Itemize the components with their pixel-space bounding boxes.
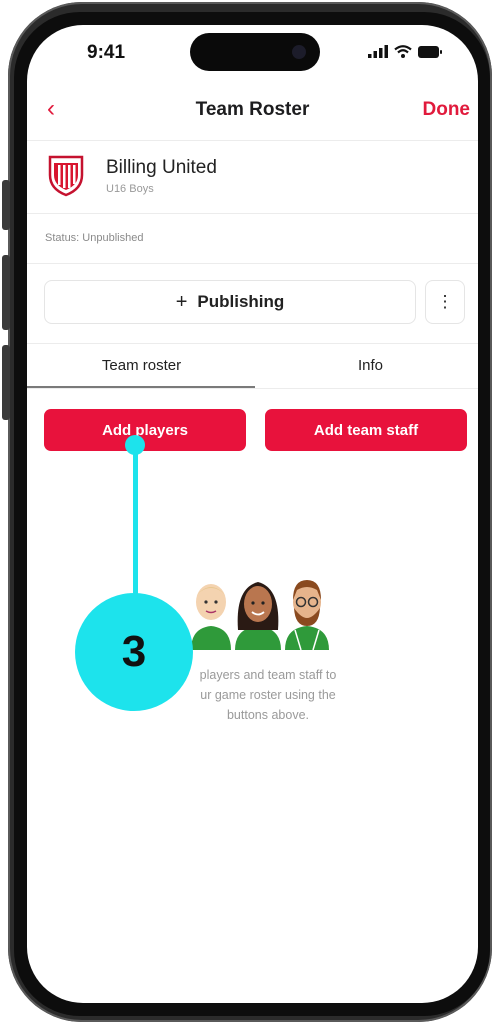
battery-icon (418, 45, 442, 58)
side-button (2, 180, 10, 230)
divider (27, 140, 478, 141)
status-time: 9:41 (87, 42, 126, 63)
team-subtitle: U16 Boys (106, 183, 154, 195)
publishing-label: Publishing (197, 292, 285, 311)
side-button (2, 345, 10, 420)
dynamic-island (190, 33, 320, 71)
callout-badge: 3 (75, 593, 193, 711)
divider (27, 388, 478, 389)
vertical-ellipsis-icon[interactable]: ⋮ (425, 280, 465, 324)
tab-info[interactable]: Info (258, 357, 478, 374)
status-icons (368, 45, 442, 58)
callout-dot (125, 435, 145, 455)
divider (27, 213, 478, 214)
people-illustration (191, 580, 329, 650)
team-name: Billing United (106, 157, 217, 178)
side-button (2, 255, 10, 330)
screen: 9:41 ‹ Team Roster Done Billing United U… (27, 25, 478, 1003)
tab-team-roster[interactable]: Team roster (29, 357, 254, 374)
divider (27, 263, 478, 264)
publishing-button[interactable]: + Publishing (44, 280, 416, 324)
done-button[interactable]: Done (423, 99, 471, 121)
publish-status: Status: Unpublished (45, 232, 144, 244)
add-players-button[interactable]: Add players (44, 409, 246, 451)
page-title: Team Roster (195, 99, 310, 120)
wifi-icon (394, 45, 412, 58)
divider (27, 343, 478, 344)
add-team-staff-button[interactable]: Add team staff (265, 409, 467, 451)
plus-icon: + (175, 290, 188, 313)
team-crest-icon (48, 155, 84, 197)
signal-icon (368, 45, 388, 58)
